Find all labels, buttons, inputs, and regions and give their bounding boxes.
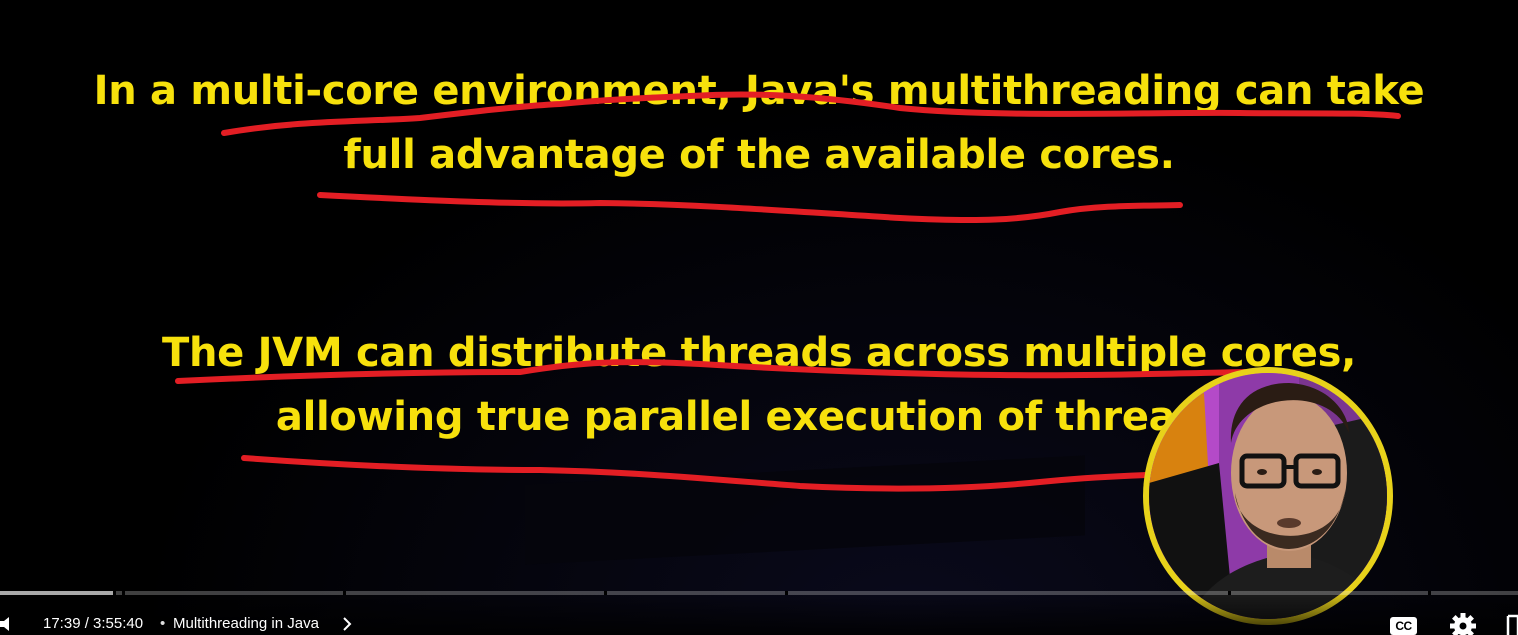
volume-icon[interactable] xyxy=(0,613,12,635)
chapter-marker xyxy=(343,591,346,595)
chapter-title-link[interactable]: Multithreading in Java xyxy=(173,615,319,632)
settings-gear-icon[interactable] xyxy=(1446,610,1480,635)
progress-fill xyxy=(0,591,114,595)
chapter-marker xyxy=(785,591,788,595)
time-display: 17:39 / 3:55:40 xyxy=(43,615,144,632)
closed-captions-icon: CC xyxy=(1390,617,1417,635)
webcam-overlay xyxy=(1143,367,1393,625)
chapter-marker xyxy=(604,591,607,595)
chapter-marker xyxy=(1428,591,1431,595)
slide-text-line: In a multi-core environment, Java's mult… xyxy=(93,68,1425,114)
chapter-separator: • xyxy=(160,615,166,632)
presenter-image xyxy=(1149,373,1387,619)
closed-captions-button[interactable]: CC xyxy=(1386,612,1422,635)
miniplayer-icon[interactable] xyxy=(1500,610,1518,635)
chapter-marker xyxy=(122,591,125,595)
slide-text-line: full advantage of the available cores. xyxy=(343,132,1175,178)
chevron-right-icon[interactable] xyxy=(340,614,354,634)
progress-bar[interactable] xyxy=(0,591,1518,595)
video-player[interactable]: In a multi-core environment, Java's mult… xyxy=(0,0,1518,635)
chapter-marker xyxy=(113,591,116,595)
chapter-marker xyxy=(1228,591,1231,595)
